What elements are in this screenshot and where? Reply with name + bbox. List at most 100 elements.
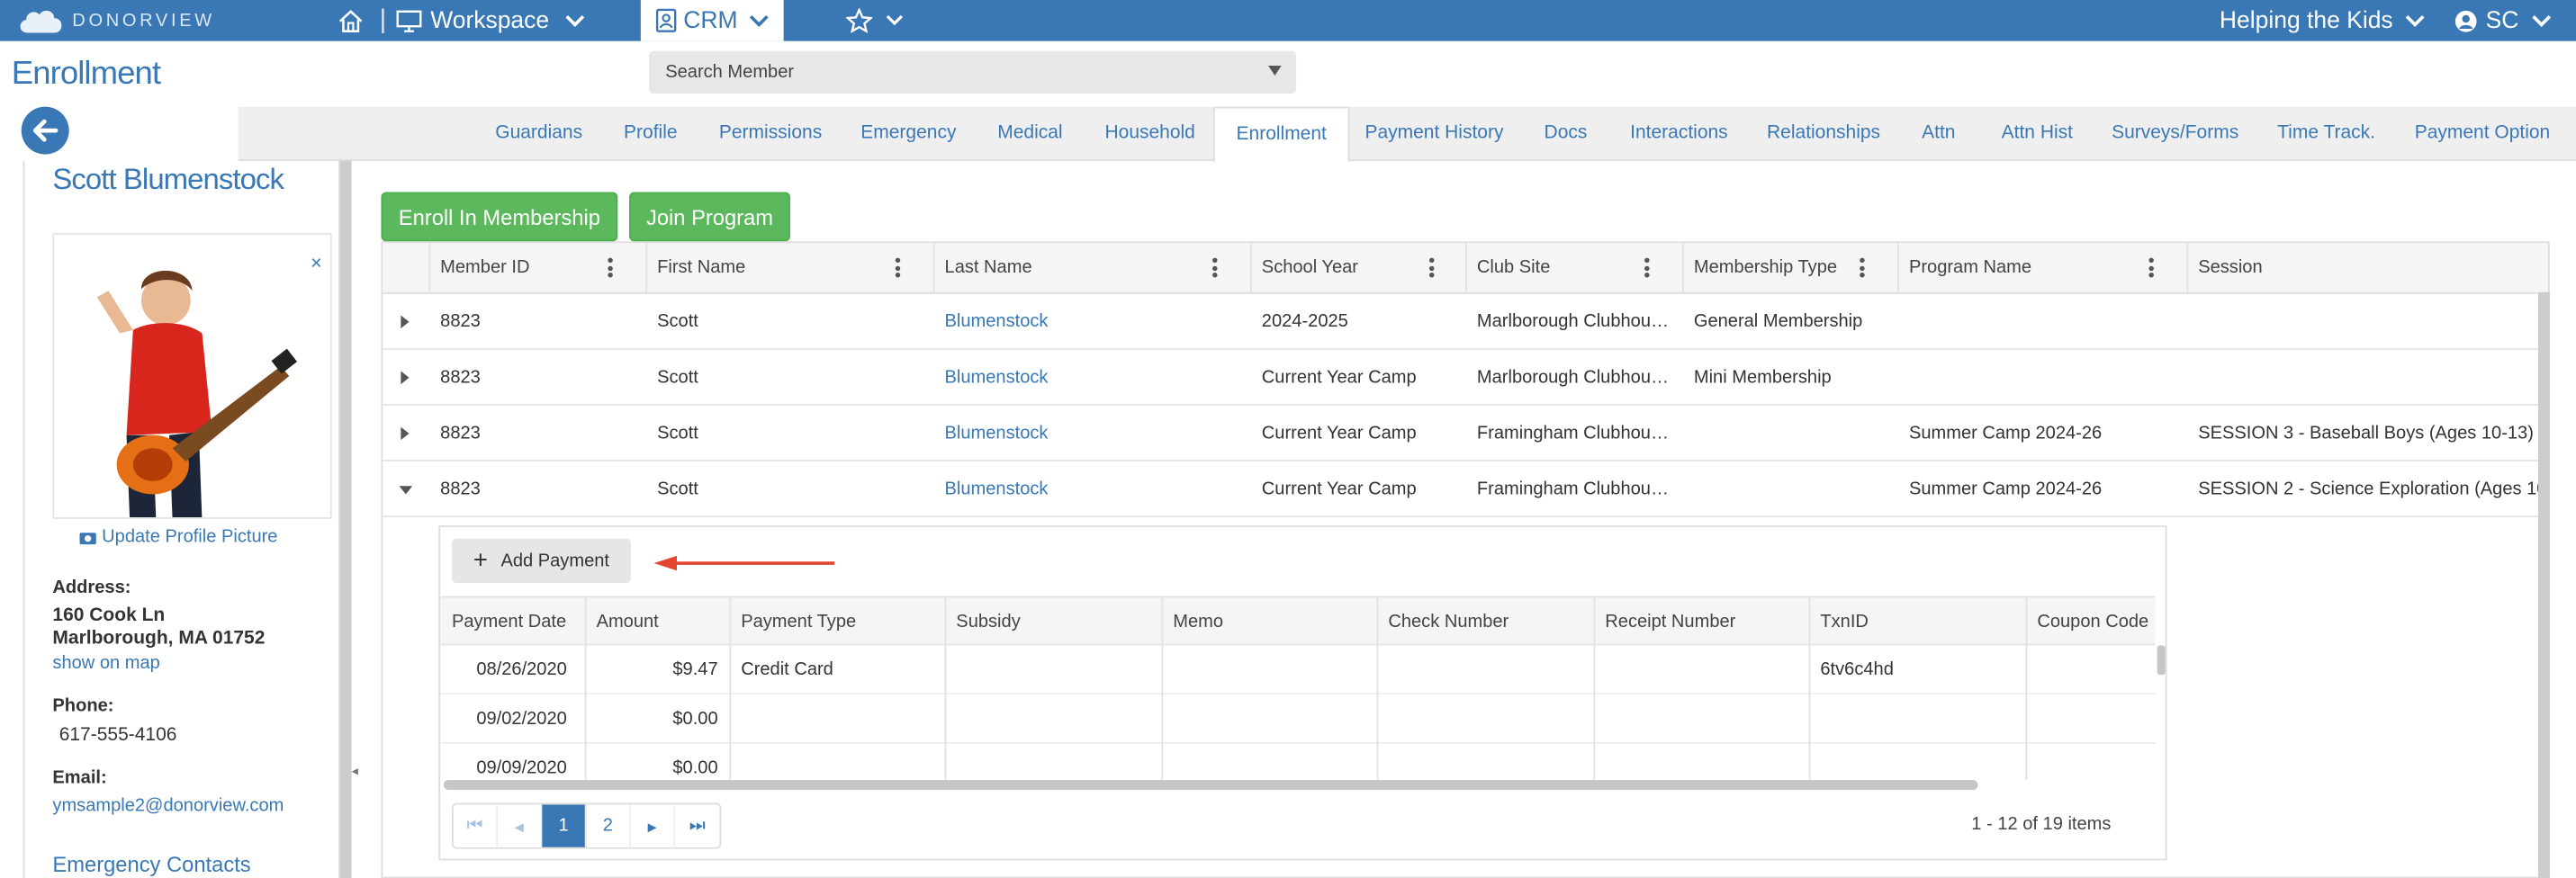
table-row[interactable]: 8823 Scott Blumenstock Current Year Camp… xyxy=(383,406,2548,461)
column-header-subsidy[interactable]: Subsidy xyxy=(956,597,1020,647)
address-line-1: 160 Cook Ln xyxy=(52,605,166,626)
expand-row-icon[interactable] xyxy=(401,426,410,441)
tab-attn[interactable]: Attn xyxy=(1922,107,1955,161)
tab-payment-option[interactable]: Payment Option xyxy=(2415,107,2551,161)
tab-surveys-forms[interactable]: Surveys/Forms xyxy=(2112,107,2238,161)
cell-last-name-link[interactable]: Blumenstock xyxy=(945,461,1049,517)
column-menu-icon[interactable] xyxy=(895,257,901,278)
table-row[interactable]: 8823 Scott Blumenstock 2024-2025 Marlbor… xyxy=(383,294,2548,350)
next-page-icon[interactable]: ▸ xyxy=(631,804,676,847)
join-program-button[interactable]: Join Program xyxy=(629,192,790,242)
column-header-receipt-number[interactable]: Receipt Number xyxy=(1605,597,1735,647)
tab-interactions[interactable]: Interactions xyxy=(1630,107,1728,161)
payment-row[interactable]: 09/09/2020 $0.00 xyxy=(440,744,2156,780)
payment-horizontal-scrollbar[interactable] xyxy=(443,779,1978,790)
collapse-sidebar-icon[interactable]: ◂ xyxy=(352,764,358,778)
organization-label: Helping the Kids xyxy=(2219,7,2393,34)
column-header-memo[interactable]: Memo xyxy=(1173,597,1223,647)
home-icon[interactable] xyxy=(337,0,365,41)
first-page-icon[interactable]: ⏮ xyxy=(454,804,499,847)
column-header-last-name[interactable]: Last Name xyxy=(945,243,1032,294)
column-header-first-name[interactable]: First Name xyxy=(657,243,745,294)
organization-menu[interactable]: Helping the Kids xyxy=(2220,0,2424,41)
table-row-expanded[interactable]: 8823 Scott Blumenstock Current Year Camp… xyxy=(383,461,2548,517)
cell-payment-type: Credit Card xyxy=(741,659,833,680)
tab-household[interactable]: Household xyxy=(1104,107,1194,161)
user-menu[interactable]: SC xyxy=(2454,0,2552,41)
cell-last-name-link[interactable]: Blumenstock xyxy=(945,406,1049,461)
favorites-menu[interactable] xyxy=(846,0,904,41)
add-payment-button[interactable]: + Add Payment xyxy=(451,538,631,583)
tab-profile[interactable]: Profile xyxy=(624,107,678,161)
email-link[interactable]: ymsample2@donorview.com xyxy=(52,796,284,816)
tab-enrollment[interactable]: Enrollment xyxy=(1212,106,1350,163)
payment-row[interactable]: 09/02/2020 $0.00 xyxy=(440,694,2156,744)
tab-docs[interactable]: Docs xyxy=(1545,107,1588,161)
enroll-in-membership-button[interactable]: Enroll In Membership xyxy=(381,192,618,242)
tab-attn-hist[interactable]: Attn Hist xyxy=(2002,107,2073,161)
payment-table: Payment Date Amount Payment Type Subsidy… xyxy=(440,596,2156,780)
logo-text: DONORVIEW xyxy=(72,10,215,31)
column-header-txnid[interactable]: TxnID xyxy=(1820,597,1869,647)
cell-membership-type: General Membership xyxy=(1693,311,1863,332)
phone-value: 617-555-4106 xyxy=(59,725,177,746)
annotation-arrow-icon xyxy=(653,555,835,571)
cell-member-id: 8823 xyxy=(440,423,481,443)
remove-picture-button[interactable]: × xyxy=(311,251,322,274)
page-1-button[interactable]: 1 xyxy=(542,804,587,847)
column-header-payment-type[interactable]: Payment Type xyxy=(741,597,856,647)
column-header-coupon-code[interactable]: Coupon Code xyxy=(2037,597,2148,647)
sidebar-scrollbar[interactable] xyxy=(339,160,352,878)
star-icon xyxy=(846,8,873,33)
tab-medical[interactable]: Medical xyxy=(997,107,1062,161)
crm-menu[interactable]: CRM xyxy=(640,0,784,41)
donorview-logo[interactable]: DONORVIEW xyxy=(16,0,215,41)
column-header-check-number[interactable]: Check Number xyxy=(1388,597,1509,647)
column-menu-icon[interactable] xyxy=(2148,257,2154,278)
column-menu-icon[interactable] xyxy=(1212,257,1218,278)
cell-last-name-link[interactable]: Blumenstock xyxy=(945,294,1049,350)
last-page-icon[interactable]: ⏭ xyxy=(675,804,719,847)
column-menu-icon[interactable] xyxy=(608,257,613,278)
user-circle-icon xyxy=(2454,9,2477,31)
previous-page-icon[interactable]: ◂ xyxy=(498,804,543,847)
cell-last-name-link[interactable]: Blumenstock xyxy=(945,350,1049,406)
cell-school-year: Current Year Camp xyxy=(1261,367,1417,388)
cell-school-year: Current Year Camp xyxy=(1261,423,1417,443)
back-button[interactable] xyxy=(21,106,69,155)
column-menu-icon[interactable] xyxy=(1644,257,1650,278)
payment-vertical-scrollbar[interactable] xyxy=(2157,645,2166,676)
emergency-contacts-heading[interactable]: Emergency Contacts xyxy=(52,852,250,876)
column-header-club-site[interactable]: Club Site xyxy=(1477,243,1550,294)
column-menu-icon[interactable] xyxy=(1428,257,1435,278)
workspace-menu[interactable]: Workspace xyxy=(396,0,585,41)
column-menu-icon[interactable] xyxy=(1860,257,1865,278)
column-header-school-year[interactable]: School Year xyxy=(1262,243,1358,294)
column-header-membership-type[interactable]: Membership Type xyxy=(1694,243,1837,294)
cell-payment-date: 08/26/2020 xyxy=(476,659,567,680)
column-header-program-name[interactable]: Program Name xyxy=(1909,243,2031,294)
column-header-payment-date[interactable]: Payment Date xyxy=(452,597,566,647)
user-initials: SC xyxy=(2485,7,2519,34)
tab-emergency[interactable]: Emergency xyxy=(860,107,956,161)
cell-txnid: 6tv6c4hd xyxy=(1820,659,1894,680)
update-profile-picture-link[interactable]: Update Profile Picture xyxy=(79,527,277,547)
expand-row-icon[interactable] xyxy=(401,315,410,329)
contact-card-icon xyxy=(655,8,677,32)
column-header-session[interactable]: Session xyxy=(2198,243,2262,294)
collapse-row-icon[interactable] xyxy=(399,486,413,495)
tab-payment-history[interactable]: Payment History xyxy=(1365,107,1503,161)
page-2-button[interactable]: 2 xyxy=(587,804,631,847)
grid-vertical-scrollbar[interactable] xyxy=(2538,291,2550,878)
table-row[interactable]: 8823 Scott Blumenstock Current Year Camp… xyxy=(383,350,2548,406)
column-header-member-id[interactable]: Member ID xyxy=(440,243,529,294)
search-member-dropdown[interactable]: Search Member xyxy=(648,50,1297,94)
tab-time-track[interactable]: Time Track. xyxy=(2277,107,2375,161)
tab-permissions[interactable]: Permissions xyxy=(719,107,822,161)
tab-guardians[interactable]: Guardians xyxy=(495,107,582,161)
column-header-amount[interactable]: Amount xyxy=(597,597,659,647)
payment-row[interactable]: 08/26/2020 $9.47 Credit Card 6tv6c4hd xyxy=(440,645,2156,695)
tab-relationships[interactable]: Relationships xyxy=(1767,107,1880,161)
expand-row-icon[interactable] xyxy=(401,371,410,385)
show-on-map-link[interactable]: show on map xyxy=(52,653,159,673)
